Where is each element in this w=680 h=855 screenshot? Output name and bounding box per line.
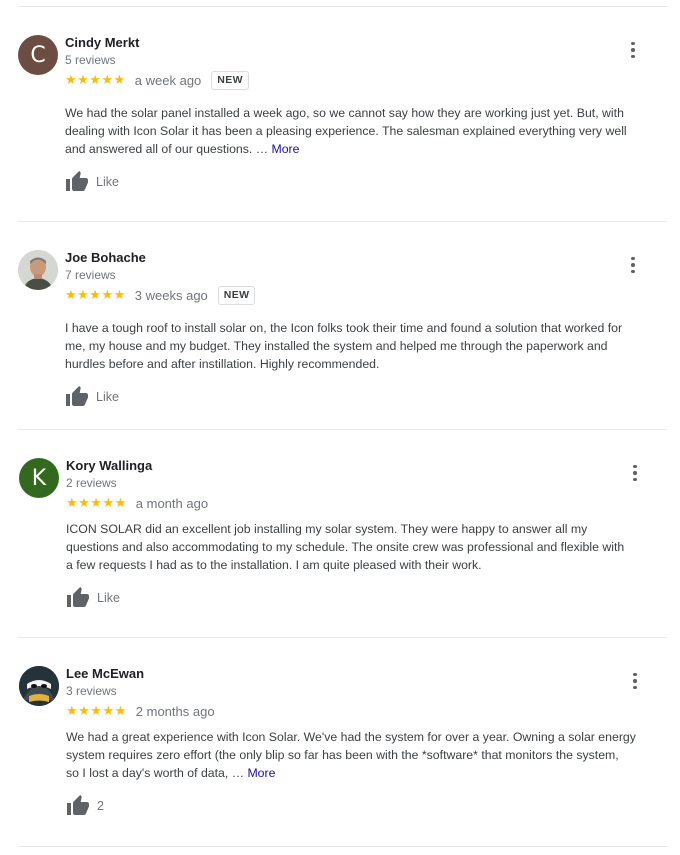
more-options-icon[interactable] — [623, 255, 643, 275]
review-text: I have a tough roof to install solar on,… — [65, 321, 623, 371]
avatar[interactable]: C — [18, 35, 58, 75]
avatar[interactable] — [19, 666, 59, 706]
more-options-icon[interactable] — [625, 463, 645, 483]
review-card: C Cindy Merkt 5 reviews ★★★★★ a week ago… — [18, 35, 667, 205]
like-label: Like — [97, 591, 120, 605]
new-badge: NEW — [217, 285, 256, 305]
like-label: Like — [96, 175, 119, 189]
thumbs-up-icon — [66, 386, 88, 406]
rating-row: ★★★★★ a month ago — [66, 493, 208, 513]
reviews-list: C Cindy Merkt 5 reviews ★★★★★ a week ago… — [0, 0, 680, 855]
rating-row: ★★★★★ 2 months ago — [66, 701, 215, 721]
star-rating: ★★★★★ — [65, 287, 126, 302]
rating-row: ★★★★★ 3 weeks ago NEW — [65, 285, 256, 305]
like-count: 2 — [97, 799, 104, 813]
reviewer-name[interactable]: Cindy Merkt — [65, 35, 139, 51]
review-date: a week ago — [134, 72, 202, 88]
avatar-initial: C — [30, 42, 46, 68]
review-count: 2 reviews — [66, 476, 117, 490]
avatar[interactable]: K — [19, 458, 59, 498]
review-count: 5 reviews — [65, 53, 116, 67]
review-count: 7 reviews — [65, 268, 116, 282]
rating-row: ★★★★★ a week ago NEW — [65, 70, 249, 90]
star-rating: ★★★★★ — [66, 703, 127, 718]
like-button[interactable]: Like — [65, 170, 119, 194]
review-count: 3 reviews — [66, 684, 117, 698]
reviewer-name[interactable]: Kory Wallinga — [66, 458, 152, 474]
reviewer-name[interactable]: Lee McEwan — [66, 666, 144, 682]
divider — [18, 429, 667, 430]
review-date: a month ago — [135, 495, 209, 511]
star-rating: ★★★★★ — [66, 495, 127, 510]
like-button[interactable]: Like — [65, 385, 119, 409]
review-date: 2 months ago — [135, 703, 215, 719]
review-card: Joe Bohache 7 reviews ★★★★★ 3 weeks ago … — [18, 250, 667, 415]
review-card: K Kory Wallinga 2 reviews ★★★★★ a month … — [19, 458, 668, 623]
avatar-initial: K — [31, 465, 47, 491]
cartoon-ninja-avatar-icon — [19, 666, 59, 706]
more-options-icon[interactable] — [623, 40, 643, 60]
like-button[interactable]: Like — [66, 586, 120, 610]
divider — [18, 637, 667, 638]
avatar[interactable] — [18, 250, 58, 290]
divider — [18, 221, 667, 222]
thumbs-up-icon — [67, 795, 89, 815]
more-options-icon[interactable] — [625, 671, 645, 691]
star-rating: ★★★★★ — [65, 72, 126, 87]
review-card: Lee McEwan 3 reviews ★★★★★ 2 months ago … — [19, 666, 668, 831]
thumbs-up-icon — [66, 171, 88, 191]
divider — [18, 6, 667, 7]
review-text: We had a great experience with Icon Sola… — [66, 730, 636, 780]
review-date: 3 weeks ago — [134, 287, 208, 303]
new-badge: NEW — [211, 70, 249, 90]
thumbs-up-icon — [67, 587, 89, 607]
like-label: Like — [96, 390, 119, 404]
review-text: ICON SOLAR did an excellent job installi… — [66, 522, 625, 572]
person-photo-icon — [18, 250, 58, 290]
review-text: We had the solar panel installed a week … — [65, 106, 627, 156]
divider — [18, 846, 667, 847]
reviewer-name[interactable]: Joe Bohache — [65, 250, 146, 266]
more-link[interactable]: More — [271, 142, 299, 156]
more-link[interactable]: More — [247, 766, 275, 780]
like-button[interactable]: 2 — [66, 794, 104, 818]
